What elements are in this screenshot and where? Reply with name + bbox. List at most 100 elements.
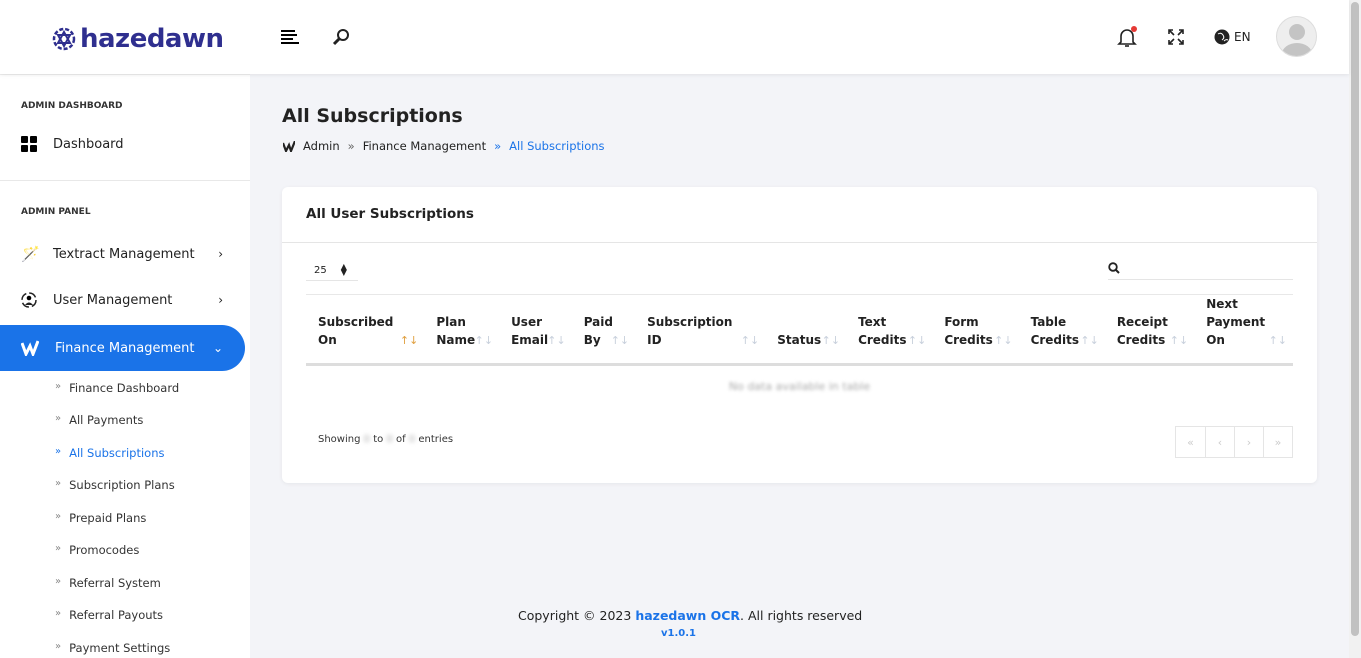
language-selector[interactable]: EN xyxy=(1214,29,1251,45)
brand-name: hazedawn xyxy=(80,24,224,54)
next-page-button[interactable]: › xyxy=(1234,427,1263,457)
search-icon xyxy=(1108,262,1120,274)
sort-icon: ↑↓ xyxy=(610,334,630,347)
version-label: v1.0.1 xyxy=(661,628,696,639)
previous-page-button[interactable]: ‹ xyxy=(1205,427,1234,457)
section-admin-dashboard: ADMIN DASHBOARD xyxy=(21,101,123,111)
sort-icon: ↑↓ xyxy=(740,334,760,347)
column-header[interactable]: Subscribed On ↑↓ xyxy=(306,295,425,366)
page-length-select[interactable]: 25 ▲ ▼ xyxy=(306,260,358,281)
last-page-button[interactable]: » xyxy=(1263,427,1292,457)
submenu-all-subscriptions[interactable]: » All Subscriptions xyxy=(55,446,164,460)
avatar[interactable] xyxy=(1276,16,1317,57)
header-text: Text xyxy=(858,315,887,329)
header-text: Payment xyxy=(1206,315,1266,329)
empty-message: No data available in table xyxy=(728,380,871,393)
label: Payment Settings xyxy=(69,641,171,655)
label: Dashboard xyxy=(53,136,124,152)
bell-icon[interactable] xyxy=(1117,26,1137,48)
submenu-referral-payouts[interactable]: » Referral Payouts xyxy=(55,608,163,622)
home-logo-icon xyxy=(283,140,295,152)
subscriptions-table: Subscribed On ↑↓ Plan Name ↑↓ User Email ↑↓ Paid B… xyxy=(306,295,1293,407)
table-info: Showing 0 to 0 of 0 entries xyxy=(318,434,454,445)
language-label: EN xyxy=(1234,30,1251,44)
submenu-all-payments[interactable]: » All Payments xyxy=(55,413,143,427)
column-header[interactable]: User Email ↑↓ xyxy=(499,295,572,366)
sort-icon: ↑↓ xyxy=(399,334,419,347)
label: All Payments xyxy=(69,413,144,427)
user-icon xyxy=(21,292,37,308)
subscriptions-card: All User Subscriptions 25 ▲ ▼ Subscribed On… xyxy=(282,187,1317,483)
separator-icon: » xyxy=(347,139,355,153)
sort-icon: ↑↓ xyxy=(1169,334,1189,347)
label: Promocodes xyxy=(69,543,140,557)
table-search-input[interactable] xyxy=(1108,257,1293,280)
double-chevron-icon: » xyxy=(55,543,62,554)
dashboard-icon xyxy=(21,136,37,152)
double-chevron-icon: » xyxy=(55,608,62,619)
magic-wand-icon: 🪄 xyxy=(21,245,40,263)
double-chevron-icon: » xyxy=(55,576,62,587)
menu-icon[interactable] xyxy=(281,29,299,45)
column-header[interactable]: Text Credits ↑↓ xyxy=(846,295,933,366)
breadcrumb: Admin » Finance Management » All Subscri… xyxy=(283,139,605,153)
divider xyxy=(0,180,250,181)
column-header[interactable]: Paid By ↑↓ xyxy=(571,295,636,366)
first-page-button[interactable]: « xyxy=(1176,427,1205,457)
breadcrumb-finance[interactable]: Finance Management xyxy=(363,139,486,153)
sort-icon: ↑↓ xyxy=(821,334,841,347)
column-header[interactable]: Subscription ID ↑↓ xyxy=(635,295,766,366)
header-text: Plan xyxy=(436,315,466,329)
footer-brand-link[interactable]: hazedawn OCR xyxy=(635,608,740,623)
label: Finance Dashboard xyxy=(69,381,180,395)
header-text: Subscription xyxy=(647,315,733,329)
column-header[interactable]: Receipt Credits ↑↓ xyxy=(1104,295,1195,366)
label: Referral System xyxy=(69,576,161,590)
column-header[interactable]: Plan Name ↑↓ xyxy=(424,295,500,366)
section-admin-panel: ADMIN PANEL xyxy=(21,207,91,217)
header-text: ID xyxy=(647,333,662,347)
sidebar-item-finance[interactable]: Finance Management ⌄ xyxy=(0,325,245,371)
divider xyxy=(282,242,1317,243)
logo-icon xyxy=(52,27,76,51)
label: User Management xyxy=(53,292,173,308)
sidebar-item-users[interactable]: User Management › xyxy=(0,277,245,323)
sort-icon: ↑↓ xyxy=(547,334,566,347)
sort-icon: ↑↓ xyxy=(1080,334,1099,347)
header-text xyxy=(777,313,834,331)
label: Prepaid Plans xyxy=(69,511,147,525)
page-length-value: 25 xyxy=(314,264,327,276)
column-header[interactable]: Table Credits ↑↓ xyxy=(1018,295,1105,366)
column-header[interactable]: Form Credits ↑↓ xyxy=(932,295,1019,366)
submenu-finance-dashboard[interactable]: » Finance Dashboard xyxy=(55,381,179,395)
submenu-referral-system[interactable]: » Referral System xyxy=(55,576,161,590)
sidebar-item-textract[interactable]: 🪄 Textract Management › xyxy=(0,231,245,277)
card-title: All User Subscriptions xyxy=(306,206,474,222)
breadcrumb-admin[interactable]: Admin xyxy=(303,139,340,153)
sort-icon: ↑↓ xyxy=(907,334,927,347)
column-header[interactable]: Next Payment On ↑↓ xyxy=(1194,295,1293,366)
submenu-promocodes[interactable]: » Promocodes xyxy=(55,543,139,557)
search-icon[interactable] xyxy=(332,28,350,46)
finance-icon xyxy=(21,340,39,356)
header-text: On xyxy=(318,333,337,347)
header-text: Paid xyxy=(583,315,613,329)
pagination: « ‹ › » xyxy=(1175,426,1293,458)
fullscreen-icon[interactable] xyxy=(1168,29,1184,45)
label: Textract Management xyxy=(53,246,195,262)
separator-icon: » xyxy=(494,139,502,153)
chevron-right-icon: › xyxy=(218,293,223,307)
column-header[interactable]: Status ↑↓ xyxy=(765,295,847,366)
submenu-subscription-plans[interactable]: » Subscription Plans xyxy=(55,478,175,492)
label: All Subscriptions xyxy=(69,446,165,460)
globe-icon xyxy=(1214,29,1230,45)
submenu-prepaid-plans[interactable]: » Prepaid Plans xyxy=(55,511,146,525)
double-chevron-icon: » xyxy=(55,641,62,652)
sidebar-item-dashboard[interactable]: Dashboard xyxy=(0,121,245,167)
double-chevron-icon: » xyxy=(55,446,62,457)
header-text: Next xyxy=(1206,297,1238,311)
submenu-payment-settings[interactable]: » Payment Settings xyxy=(55,641,170,655)
logo[interactable]: hazedawn xyxy=(52,24,224,54)
label: Subscription Plans xyxy=(69,478,175,492)
scrollbar[interactable] xyxy=(1349,0,1361,658)
